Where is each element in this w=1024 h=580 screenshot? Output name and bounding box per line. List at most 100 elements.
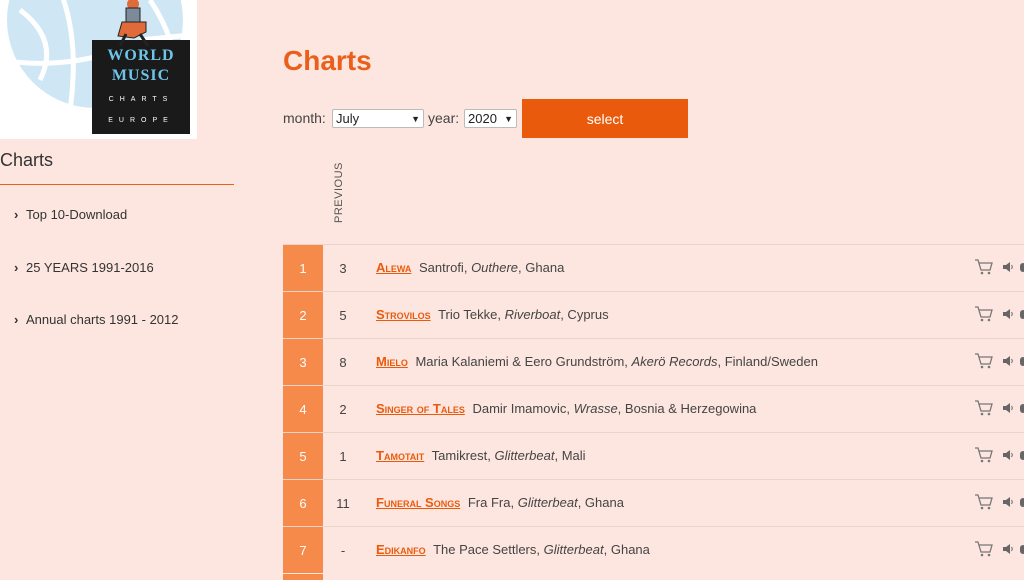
shopping-cart-icon[interactable] <box>975 447 993 463</box>
sidebar-item-label: Top 10-Download <box>26 207 128 222</box>
select-button[interactable]: select <box>522 99 688 138</box>
country: , Ghana <box>603 542 650 557</box>
previous-rank-cell: 11 <box>336 495 350 511</box>
logo-text-music: MUSIC <box>112 67 170 84</box>
entry-text: Mielo Maria Kalaniemi & Eero Grundström,… <box>376 339 818 385</box>
previous-rank-cell: - <box>340 542 346 558</box>
country: , Bosnia & Herzegowina <box>617 401 757 416</box>
entry-text: Edikanfo The Pace Settlers, Glitterbeat,… <box>376 527 650 573</box>
speaker-icon[interactable] <box>1002 355 1014 367</box>
record-label: Outhere <box>471 260 519 275</box>
shopping-cart-icon[interactable] <box>975 353 993 369</box>
record-label: Glitterbeat <box>543 542 604 557</box>
record-label: Glitterbeat <box>517 495 578 510</box>
play-icon[interactable] <box>1020 451 1024 460</box>
entry-text: Strovilos Trio Tekke, Riverboat, Cyprus <box>376 292 609 338</box>
previous-rank-cell: 5 <box>339 307 347 323</box>
country: , Ghana <box>518 260 565 275</box>
song-title-link[interactable]: Mielo <box>376 354 408 369</box>
page-title: Charts <box>283 45 372 76</box>
country: , Mali <box>554 448 586 463</box>
chevron-right-icon: › <box>14 260 19 275</box>
month-label: month: <box>283 110 326 126</box>
artist-name: Maria Kalaniemi & Eero Grundström, <box>415 354 628 369</box>
song-title-link[interactable]: Edikanfo <box>376 542 426 557</box>
shopping-cart-icon[interactable] <box>975 306 993 322</box>
sidebar-item-25-years[interactable]: › 25 YEARS 1991-2016 <box>14 260 154 275</box>
song-title-link[interactable]: Tamotait <box>376 448 424 463</box>
chart-row: 6 11 Funeral Songs Fra Fra, Glitterbeat,… <box>283 479 1024 526</box>
rank-cell <box>283 574 323 580</box>
logo-text-europe: EUROPE <box>108 117 174 124</box>
sidebar-item-label: Annual charts 1991 - 2012 <box>26 312 179 327</box>
rank-cell: 7 <box>283 527 323 573</box>
previous-rank-cell: 1 <box>339 448 347 464</box>
country: , Cyprus <box>560 307 609 322</box>
song-title-link[interactable]: Alewa <box>376 260 411 275</box>
artist-name: Damir Imamovic, <box>472 401 570 416</box>
shopping-cart-icon[interactable] <box>975 400 993 416</box>
shopping-cart-icon[interactable] <box>975 541 993 557</box>
entry-text: Funeral Songs Fra Fra, Glitterbeat, Ghan… <box>376 480 624 526</box>
chart-row: 3 8 Mielo Maria Kalaniemi & Eero Grundst… <box>283 338 1024 385</box>
speaker-icon[interactable] <box>1002 308 1014 320</box>
shopping-cart-icon[interactable] <box>975 494 993 510</box>
speaker-icon[interactable] <box>1002 543 1014 555</box>
previous-column-header: PREVIOUS <box>333 162 345 223</box>
month-select[interactable]: July ▼ <box>332 109 424 128</box>
chart-row: 4 2 Singer of Tales Damir Imamovic, Wras… <box>283 385 1024 432</box>
play-icon[interactable] <box>1020 498 1024 507</box>
rank-cell: 2 <box>283 292 323 338</box>
entry-text: Tamotait Tamikrest, Glitterbeat, Mali <box>376 433 586 479</box>
chart-row: 5 1 Tamotait Tamikrest, Glitterbeat, Mal… <box>283 432 1024 479</box>
sidebar-item-top10-download[interactable]: › Top 10-Download <box>14 207 127 222</box>
speaker-icon[interactable] <box>1002 496 1014 508</box>
country: , Ghana <box>577 495 624 510</box>
site-logo[interactable]: WORLD MUSIC CHARTS EUROPE <box>0 0 197 139</box>
sidebar-title: Charts <box>0 150 54 170</box>
chart-row: 7 - Edikanfo The Pace Settlers, Glitterb… <box>283 526 1024 573</box>
chevron-right-icon: › <box>14 312 19 327</box>
shopping-cart-icon[interactable] <box>975 259 993 275</box>
chart-row: 1 3 Alewa Santrofi, Outhere, Ghana <box>283 244 1024 291</box>
rank-cell: 6 <box>283 480 323 526</box>
logo-text-world: WORLD <box>107 47 174 64</box>
play-icon[interactable] <box>1020 310 1024 319</box>
sidebar-item-label: 25 YEARS 1991-2016 <box>26 260 154 275</box>
sidebar-divider <box>0 184 234 185</box>
rank-cell: 5 <box>283 433 323 479</box>
record-label: Glitterbeat <box>494 448 555 463</box>
entry-text: Alewa Santrofi, Outhere, Ghana <box>376 245 564 291</box>
entry-text: Singer of Tales Damir Imamovic, Wrasse, … <box>376 386 756 432</box>
year-select-value: 2020 <box>468 111 497 126</box>
play-icon[interactable] <box>1020 357 1024 366</box>
chevron-down-icon: ▼ <box>504 114 513 124</box>
logo-text-charts: CHARTS <box>109 96 174 103</box>
rank-cell: 1 <box>283 245 323 291</box>
record-label: Akerö Records <box>631 354 718 369</box>
chevron-right-icon: › <box>14 207 19 222</box>
year-select[interactable]: 2020 ▼ <box>464 109 517 128</box>
play-icon[interactable] <box>1020 545 1024 554</box>
record-label: Wrasse <box>573 401 618 416</box>
song-title-link[interactable]: Strovilos <box>376 307 431 322</box>
rank-cell: 4 <box>283 386 323 432</box>
rank-cell: 3 <box>283 339 323 385</box>
song-title-link[interactable]: Singer of Tales <box>376 401 465 416</box>
song-title-link[interactable]: Funeral Songs <box>376 495 460 510</box>
chevron-down-icon: ▼ <box>411 114 420 124</box>
previous-rank-cell: 3 <box>339 260 347 276</box>
speaker-icon[interactable] <box>1002 261 1014 273</box>
speaker-icon[interactable] <box>1002 402 1014 414</box>
speaker-icon[interactable] <box>1002 449 1014 461</box>
country: , Finland/Sweden <box>717 354 818 369</box>
artist-name: Fra Fra, <box>467 495 515 510</box>
sidebar-item-annual-charts[interactable]: › Annual charts 1991 - 2012 <box>14 312 179 327</box>
artist-name: Trio Tekke, <box>438 307 501 322</box>
year-label: year: <box>428 110 460 126</box>
previous-rank-cell: 2 <box>339 401 347 417</box>
previous-rank-cell: 8 <box>339 354 347 370</box>
play-icon[interactable] <box>1020 404 1024 413</box>
chart-row: 2 5 Strovilos Trio Tekke, Riverboat, Cyp… <box>283 291 1024 338</box>
play-icon[interactable] <box>1020 263 1024 272</box>
